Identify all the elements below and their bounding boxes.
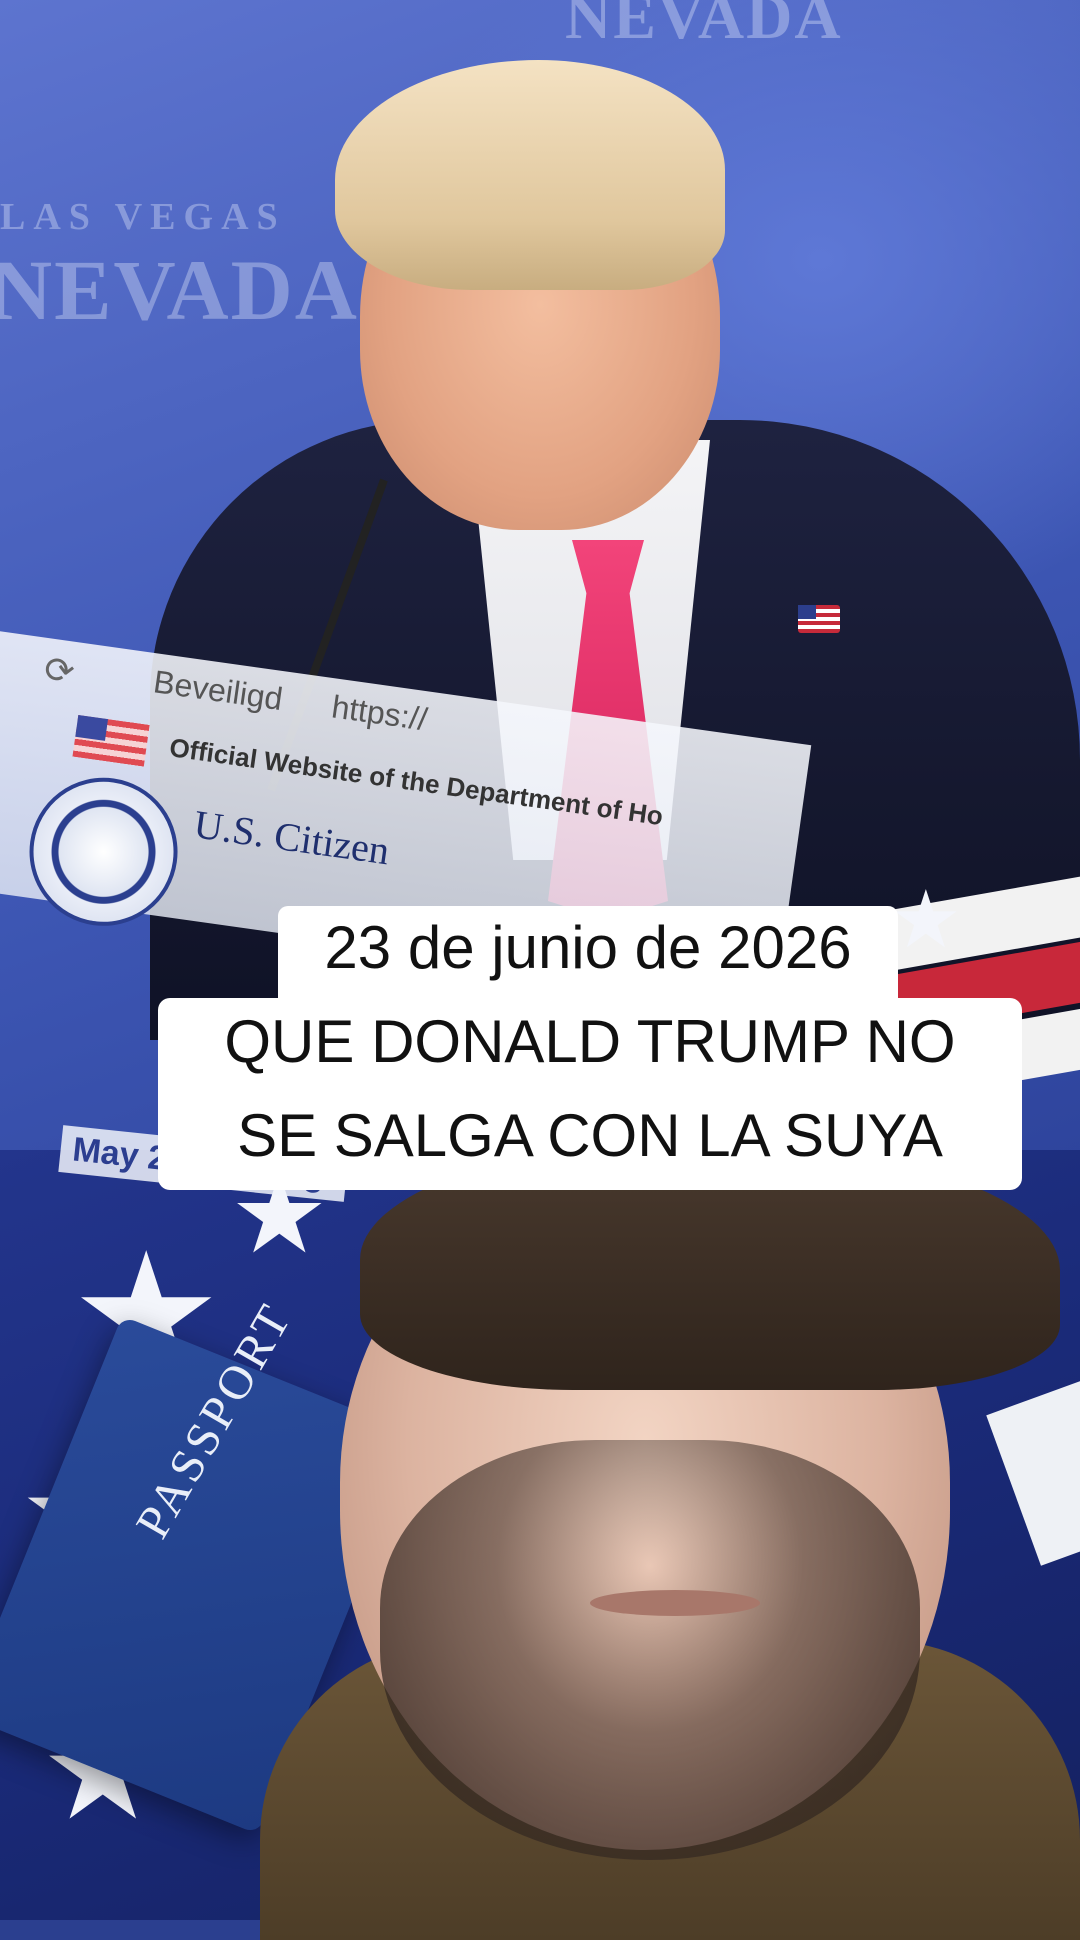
url-fragment: https://	[329, 688, 430, 738]
secure-label: Beveiligd	[151, 663, 285, 718]
caption-date: 23 de junio de 2026	[324, 914, 852, 981]
star-icon: ★	[890, 875, 962, 964]
hair	[335, 60, 725, 290]
caption-line-2: SE SALGA CON LA SUYA	[237, 1102, 943, 1169]
agency-name: U.S. Citizen	[191, 801, 393, 874]
las-vegas-sign: LAS VEGAS	[0, 196, 286, 238]
caption-line-1: QUE DONALD TRUMP NO	[224, 1008, 956, 1075]
flag-pin-icon	[798, 605, 840, 633]
nevada-sign-left: NEVADA	[0, 242, 359, 338]
reload-icon: ⟳	[41, 647, 78, 693]
beard	[380, 1440, 920, 1860]
mouth	[590, 1590, 760, 1616]
us-flag-icon	[72, 714, 150, 767]
nevada-sign-top: NEVADA	[565, 0, 843, 52]
